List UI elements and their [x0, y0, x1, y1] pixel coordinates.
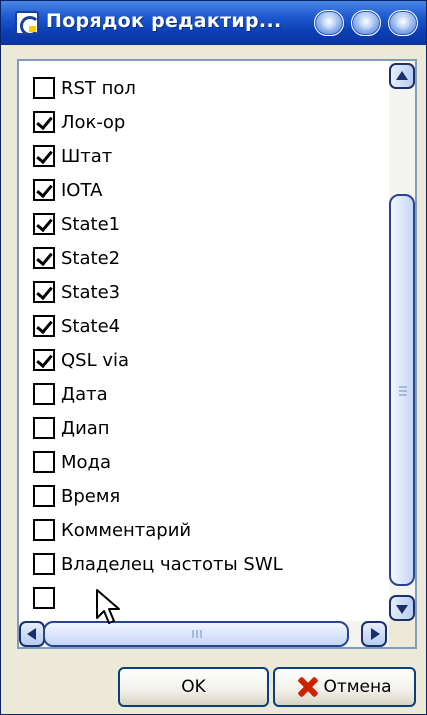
checkbox[interactable]: [33, 519, 55, 541]
list-item[interactable]: State4: [33, 309, 383, 343]
cancel-button[interactable]: Отмена: [273, 667, 416, 707]
list-item-label: State2: [61, 247, 121, 269]
list-item[interactable]: QSL via: [33, 343, 383, 377]
list-item[interactable]: State1: [33, 207, 383, 241]
list-items: RST пол Лок-ор Штат IOTA State1 State2 S…: [19, 61, 389, 621]
scroll-right-button[interactable]: [361, 621, 387, 647]
list-item-label: Владелец частоты SWL: [61, 553, 283, 575]
list-item-label: State1: [61, 213, 121, 235]
vertical-scroll-thumb[interactable]: [389, 194, 415, 586]
list-item-label: State4: [61, 315, 121, 337]
x-icon: [297, 676, 319, 698]
list-item-label: IOTA: [61, 179, 103, 201]
dialog-window: Порядок редактир... RST пол Лок-ор Штат …: [0, 0, 427, 715]
cancel-button-label: Отмена: [323, 677, 392, 697]
list-item-label: RST пол: [61, 77, 136, 99]
checkbox[interactable]: [33, 213, 55, 235]
close-button[interactable]: [388, 10, 418, 36]
checkbox[interactable]: [33, 77, 55, 99]
mouse-pointer-icon: [96, 589, 120, 624]
grip-icon: [192, 630, 204, 638]
maximize-button[interactable]: [351, 10, 381, 36]
checkbox[interactable]: [33, 417, 55, 439]
arrow-left-icon: [27, 628, 36, 640]
checkbox[interactable]: [33, 145, 55, 167]
list-item[interactable]: [33, 581, 383, 615]
scrollbar-corner: [389, 621, 415, 647]
minimize-button[interactable]: [314, 10, 344, 36]
list-item[interactable]: Время: [33, 479, 383, 513]
list-item[interactable]: State2: [33, 241, 383, 275]
grip-icon: [399, 386, 407, 398]
checkbox[interactable]: [33, 247, 55, 269]
list-item[interactable]: State3: [33, 275, 383, 309]
checkbox[interactable]: [33, 179, 55, 201]
checkbox[interactable]: [33, 349, 55, 371]
scroll-up-button[interactable]: [389, 63, 415, 89]
list-item[interactable]: Владелец частоты SWL: [33, 547, 383, 581]
list-item-label: State3: [61, 281, 121, 303]
list-item-label: Лок-ор: [61, 111, 126, 133]
arrow-right-icon: [371, 628, 380, 640]
checkbox[interactable]: [33, 111, 55, 133]
list-item-label: Штат: [61, 145, 113, 167]
list-item[interactable]: IOTA: [33, 173, 383, 207]
list-item[interactable]: Штат: [33, 139, 383, 173]
arrow-up-icon: [396, 71, 408, 80]
scroll-down-button[interactable]: [389, 595, 415, 621]
horizontal-scrollbar[interactable]: [19, 621, 389, 647]
list-item-label: Диап: [61, 417, 110, 439]
list-item[interactable]: Диап: [33, 411, 383, 445]
list-item-label: Мода: [61, 451, 112, 473]
checkbox[interactable]: [33, 451, 55, 473]
horizontal-scroll-thumb[interactable]: [43, 621, 349, 647]
field-order-list[interactable]: RST пол Лок-ор Штат IOTA State1 State2 S…: [17, 59, 417, 649]
list-item[interactable]: Дата: [33, 377, 383, 411]
ok-button-label: OK: [181, 677, 206, 697]
window-title: Порядок редактир...: [46, 10, 282, 32]
list-item-label: QSL via: [61, 349, 130, 371]
list-item-label: Время: [61, 485, 121, 507]
list-item[interactable]: Лок-ор: [33, 105, 383, 139]
checkbox[interactable]: [33, 315, 55, 337]
title-bar[interactable]: Порядок редактир...: [1, 1, 426, 45]
arrow-down-icon: [396, 605, 408, 614]
checkbox[interactable]: [33, 485, 55, 507]
list-item-label: Дата: [61, 383, 108, 405]
list-item[interactable]: RST пол: [33, 71, 383, 105]
scroll-left-button[interactable]: [19, 621, 45, 647]
ok-button[interactable]: OK: [118, 667, 269, 707]
checkbox[interactable]: [33, 281, 55, 303]
checkbox[interactable]: [33, 553, 55, 575]
checkbox[interactable]: [33, 587, 55, 609]
vertical-scrollbar[interactable]: [389, 61, 415, 621]
app-icon[interactable]: [15, 11, 40, 36]
list-item[interactable]: Мода: [33, 445, 383, 479]
list-item[interactable]: Комментарий: [33, 513, 383, 547]
checkbox[interactable]: [33, 383, 55, 405]
list-item-label: Комментарий: [61, 519, 192, 541]
